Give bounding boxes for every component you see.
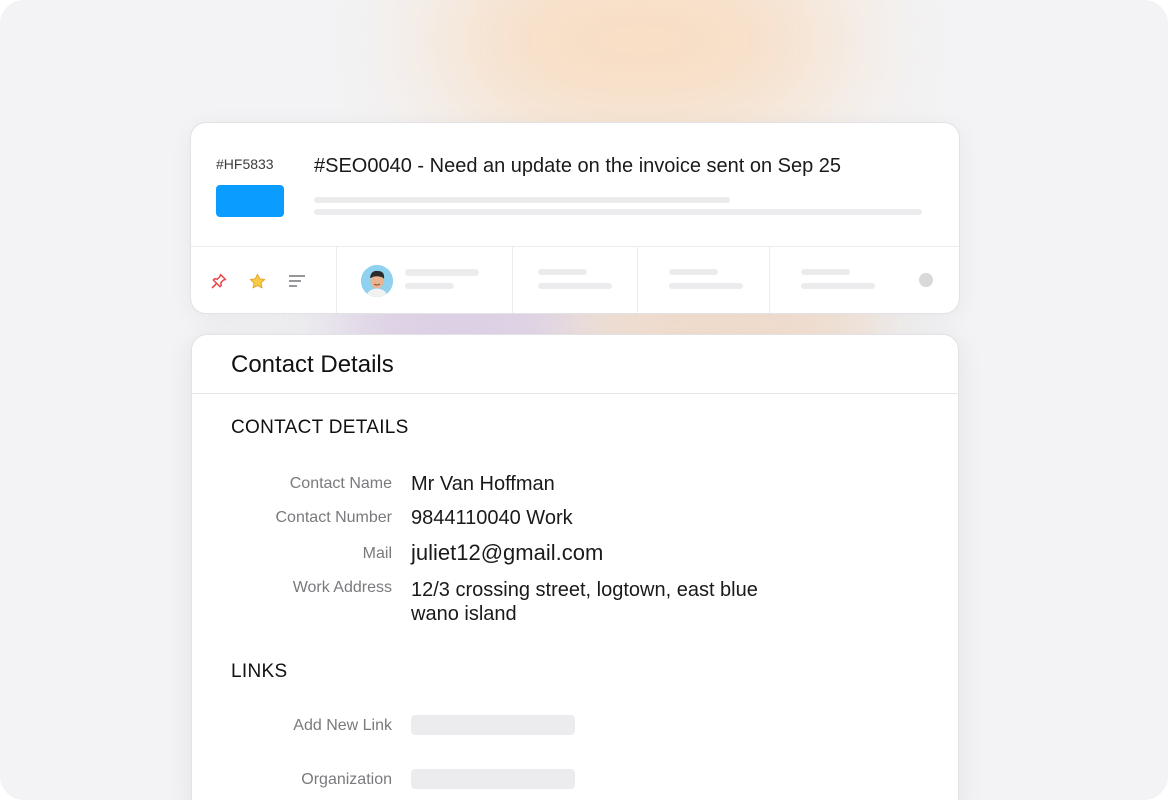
ticket-id: #HF5833 [216,156,274,172]
placeholder-line [538,283,612,289]
contact-name-value[interactable]: Mr Van Hoffman [411,472,555,497]
organization-label: Organization [301,771,392,788]
contact-name-label: Contact Name [289,475,392,492]
divider [512,247,513,313]
panel-header: Contact Details [192,335,958,394]
ticket-header: #HF5833 #SEO0040 - Need an update on the… [191,123,959,247]
placeholder-line [538,269,587,275]
status-dot [919,273,933,287]
contact-number-label: Contact Number [275,509,393,526]
background-stage: #HF5833 #SEO0040 - Need an update on the… [0,0,1168,800]
mail-label: Mail [362,545,392,562]
status-badge[interactable] [216,185,284,217]
placeholder-line [669,269,718,275]
placeholder-line [314,209,922,215]
panel-title: Contact Details [231,351,394,378]
menu-lines-icon[interactable] [287,271,307,291]
divider [637,247,638,313]
pin-icon[interactable] [209,271,229,291]
contact-number-value[interactable]: 9844110040 Work [411,506,573,531]
organization-field[interactable] [411,769,575,789]
avatar[interactable] [361,265,393,297]
placeholder-line [405,269,479,276]
add-new-link-label: Add New Link [293,717,392,734]
ticket-title[interactable]: #SEO0040 - Need an update on the invoice… [314,155,841,178]
divider [769,247,770,313]
divider [336,247,337,313]
work-address-line1[interactable]: 12/3 crossing street, logtown, east blue [411,578,758,603]
placeholder-line [801,269,850,275]
ticket-card[interactable]: #HF5833 #SEO0040 - Need an update on the… [190,122,960,314]
placeholder-line [669,283,743,289]
placeholder-line [405,283,454,289]
work-address-line2[interactable]: wano island [411,602,517,627]
add-new-link-field[interactable] [411,715,575,735]
star-icon[interactable] [247,271,267,291]
contact-details-panel: Contact Details CONTACT DETAILS Contact … [191,334,959,800]
work-address-label: Work Address [292,579,392,596]
placeholder-line [801,283,875,289]
placeholder-line [314,197,730,203]
section-heading-contact: CONTACT DETAILS [231,417,409,438]
ticket-toolbar [191,247,959,313]
mail-value[interactable]: juliet12@gmail.com [411,540,603,565]
section-heading-links: LINKS [231,661,288,682]
